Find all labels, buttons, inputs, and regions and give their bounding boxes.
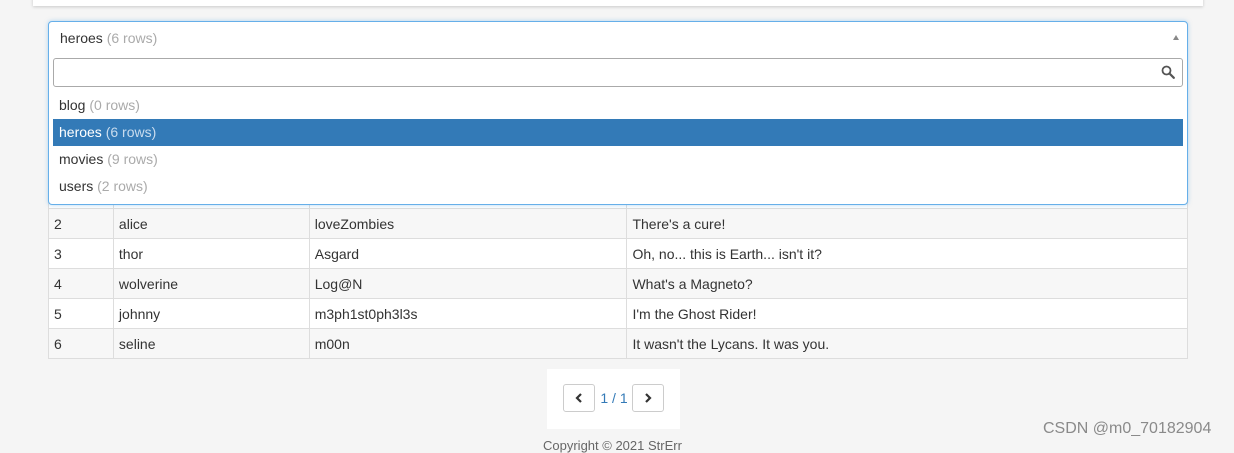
table-row: 6 seline m00n It wasn't the Lycans. It w… xyxy=(48,328,1188,359)
search-input[interactable] xyxy=(54,59,1161,86)
option-name: blog xyxy=(59,97,86,113)
cell-phrase: There's a cure! xyxy=(626,208,1188,239)
cell-id: 3 xyxy=(48,238,114,269)
chevron-right-icon xyxy=(645,393,652,403)
cell-name: seline xyxy=(112,328,310,359)
option-name: heroes xyxy=(59,124,102,140)
table-row: 3 thor Asgard Oh, no... this is Earth...… xyxy=(48,238,1188,269)
page-indicator: 1 / 1 xyxy=(600,390,628,406)
option-count: (6 rows) xyxy=(105,124,157,140)
footer-copyright: Copyright © 2021 StrErr xyxy=(543,438,682,453)
option-name: users xyxy=(59,178,94,194)
cell-password: m3ph1st0ph3l3s xyxy=(308,298,628,329)
next-page-button[interactable] xyxy=(632,384,664,412)
caret-up-icon[interactable] xyxy=(1173,35,1179,40)
table-select-toggle[interactable]: heroes (6 rows) xyxy=(49,22,1187,54)
cell-phrase: It wasn't the Lycans. It was you. xyxy=(626,328,1188,359)
table-options-list: blog (0 rows) heroes (6 rows) movies (9 … xyxy=(53,92,1183,200)
cell-id: 6 xyxy=(48,328,114,359)
option-count: (9 rows) xyxy=(107,151,158,167)
table-select-dropdown[interactable]: heroes (6 rows) blog (0 rows) heroes (6 … xyxy=(48,21,1188,205)
cell-id: 2 xyxy=(48,208,114,239)
cell-name: alice xyxy=(112,208,310,239)
cell-phrase: I'm the Ghost Rider! xyxy=(626,298,1188,329)
option-heroes[interactable]: heroes (6 rows) xyxy=(53,119,1183,146)
cell-id: 4 xyxy=(48,268,114,299)
pagination: 1 / 1 xyxy=(547,369,680,429)
option-users[interactable]: users (2 rows) xyxy=(53,173,1183,200)
cell-id: 5 xyxy=(48,298,114,329)
cell-name: johnny xyxy=(112,298,310,329)
cell-password: loveZombies xyxy=(308,208,628,239)
search-icon xyxy=(1161,65,1175,79)
table-row: 5 johnny m3ph1st0ph3l3s I'm the Ghost Ri… xyxy=(48,298,1188,329)
search-box[interactable] xyxy=(53,58,1183,87)
option-count: (0 rows) xyxy=(89,97,140,113)
watermark: CSDN @m0_70182904 xyxy=(1043,420,1212,437)
selected-table-name: heroes xyxy=(60,30,103,46)
cell-phrase: Oh, no... this is Earth... isn't it? xyxy=(626,238,1188,269)
table-row: 2 alice loveZombies There's a cure! xyxy=(48,208,1188,239)
heroes-table: 1 2 alice loveZombies There's a cure! 3 … xyxy=(48,178,1188,359)
cell-name: thor xyxy=(112,238,310,269)
option-blog[interactable]: blog (0 rows) xyxy=(53,92,1183,119)
cell-password: Log@N xyxy=(308,268,628,299)
cell-phrase: What's a Magneto? xyxy=(626,268,1188,299)
cell-password: Asgard xyxy=(308,238,628,269)
option-movies[interactable]: movies (9 rows) xyxy=(53,146,1183,173)
cell-password: m00n xyxy=(308,328,628,359)
chevron-left-icon xyxy=(575,393,582,403)
selected-table-count: (6 rows) xyxy=(106,30,158,46)
top-panel xyxy=(33,0,1203,6)
table-row: 4 wolverine Log@N What's a Magneto? xyxy=(48,268,1188,299)
option-count: (2 rows) xyxy=(97,178,148,194)
previous-page-button[interactable] xyxy=(563,384,595,412)
option-name: movies xyxy=(59,151,104,167)
cell-name: wolverine xyxy=(112,268,310,299)
